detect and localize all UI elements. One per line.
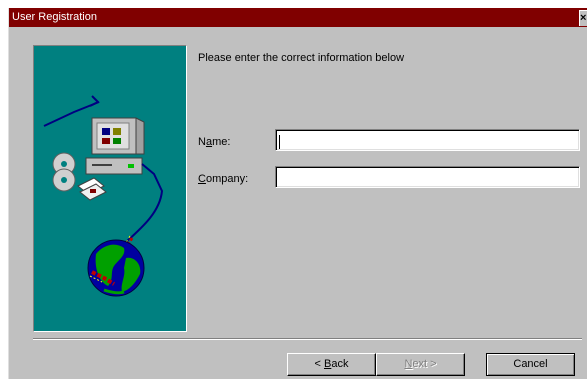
back-button[interactable]: < Back [287,353,376,376]
back-button-label: < [314,358,324,370]
text-cursor [279,135,280,149]
company-field[interactable] [275,166,580,188]
title-bar[interactable]: User Registration × [9,8,587,27]
next-button[interactable]: Next > [376,353,465,376]
instruction-text: Please enter the correct information bel… [198,52,405,64]
name-field[interactable] [275,129,580,151]
back-button-label: ack [331,358,349,370]
name-label-part: N [198,136,206,148]
registration-dialog: User Registration × Please enter the cor… [8,8,587,379]
window-title: User Registration [12,11,97,23]
next-button-label: ext > [412,358,437,370]
name-label-part: me: [212,136,231,148]
button-separator [33,338,582,340]
company-label-mnemonic: C [198,173,206,185]
close-button[interactable]: × [579,10,587,26]
cancel-button[interactable]: Cancel [486,353,575,376]
wizard-illustration [33,45,187,332]
computer-network-globe-icon [43,95,164,297]
company-label-part: ompany: [205,173,249,185]
close-icon: × [580,12,587,24]
name-label: Name: [198,135,230,149]
company-label: Company: [198,172,248,186]
